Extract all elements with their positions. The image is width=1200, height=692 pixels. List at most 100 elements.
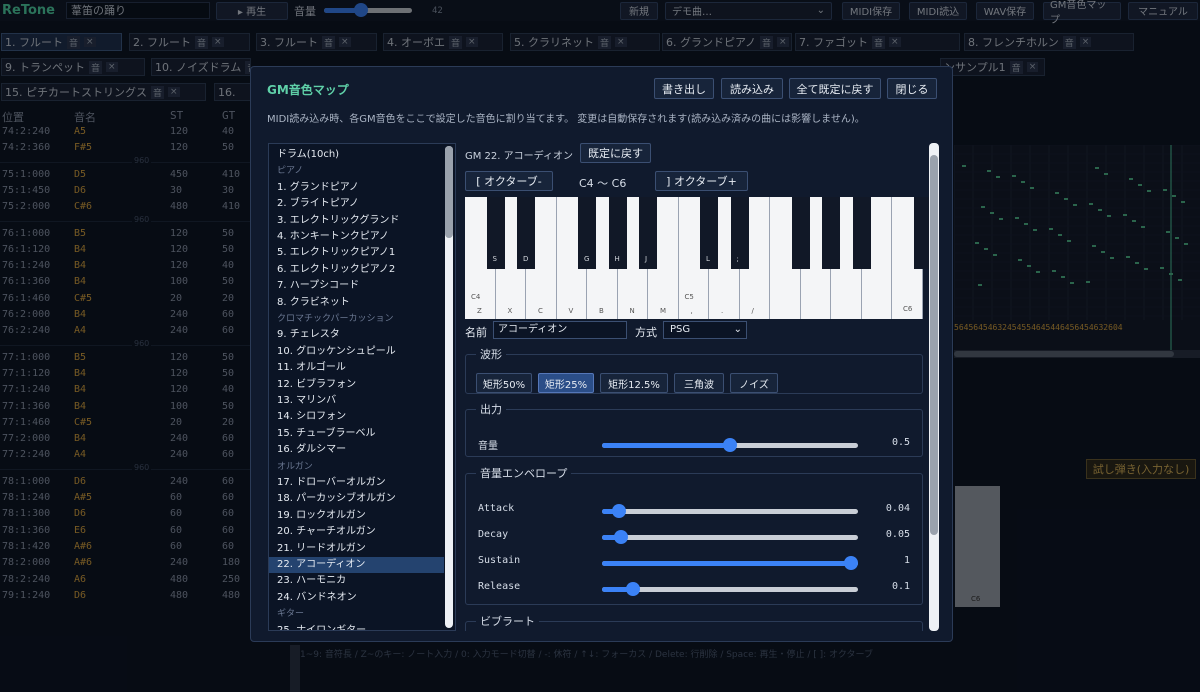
key-label: D	[523, 255, 529, 263]
instrument-item[interactable]: 2. ブライトピアノ	[269, 196, 444, 212]
envelope-param-label: Decay	[478, 529, 509, 540]
envelope-param-value: 0.05	[885, 529, 910, 540]
instrument-item[interactable]: ドラム(10ch)	[269, 147, 444, 163]
envelope-param-label: Release	[478, 581, 521, 592]
octave-marker: C4	[471, 293, 481, 301]
waveform-button[interactable]: 矩形50%	[476, 373, 532, 393]
black-key[interactable]	[852, 197, 871, 269]
instrument-item[interactable]: 19. ロックオルガン	[269, 508, 444, 524]
black-key[interactable]: J	[639, 197, 657, 269]
instrument-item[interactable]: 1. グランドピアノ	[269, 180, 444, 196]
octave-marker: C5	[684, 293, 694, 301]
reset-all-button[interactable]: 全て既定に戻す	[789, 78, 881, 99]
instrument-item[interactable]: 23. ハーモニカ	[269, 573, 444, 589]
instrument-item[interactable]: 8. クラビネット	[269, 295, 444, 311]
instrument-category: オルガン	[277, 461, 313, 472]
output-volume-slider[interactable]	[602, 438, 858, 452]
instrument-item[interactable]: 15. チューブラーベル	[269, 426, 444, 442]
instrument-item[interactable]: 5. エレクトリックピアノ1	[269, 245, 444, 261]
key-label: .	[721, 307, 724, 315]
key-label: C	[538, 307, 543, 315]
vibrato-legend: ビブラート	[480, 615, 535, 628]
instrument-item[interactable]: 16. ダルシマー	[269, 442, 444, 458]
close-button[interactable]: 閉じる	[887, 78, 937, 99]
black-key[interactable]: D	[517, 197, 535, 269]
instrument-item[interactable]: 18. パーカッシブオルガン	[269, 491, 444, 507]
envelope-group: 音量エンベロープ Attack 0.04 Decay 0.05 Sustain 1 Rele…	[465, 465, 923, 605]
instrument-editor: GM 22. アコーディオン 既定に戻す [ オクターブ- C4 〜 C6 ] …	[463, 143, 939, 631]
waveform-button[interactable]: 矩形25%	[538, 373, 594, 393]
key-label: N	[629, 307, 635, 315]
dialog-title: GM音色マップ	[267, 83, 349, 97]
instrument-item[interactable]: 20. チャーチオルガン	[269, 524, 444, 540]
method-select-value: PSG	[670, 324, 691, 335]
name-input[interactable]: アコーディオン	[493, 321, 627, 339]
instrument-list-scrollbar[interactable]	[445, 146, 453, 628]
chevron-down-icon: ⌄	[733, 324, 742, 335]
instrument-item[interactable]: 14. シロフォン	[269, 409, 444, 425]
black-key[interactable]	[791, 197, 810, 269]
key-label: Z	[477, 307, 482, 315]
key-label: G	[584, 255, 590, 263]
envelope-param-value: 0.04	[885, 503, 910, 514]
envelope-legend: 音量エンベロープ	[480, 467, 568, 480]
black-key[interactable]: S	[486, 197, 505, 269]
method-label: 方式	[635, 326, 657, 339]
instrument-item[interactable]: 6. エレクトリックピアノ2	[269, 262, 444, 278]
key-label: S	[492, 255, 497, 263]
instrument-item[interactable]: 4. ホンキートンクピアノ	[269, 229, 444, 245]
instrument-item[interactable]: 24. バンドネオン	[269, 590, 444, 606]
key-label: H	[614, 255, 620, 263]
instrument-item[interactable]: 25. ナイロンギター	[269, 623, 444, 630]
export-button[interactable]: 書き出し	[654, 78, 714, 99]
key-label: ;	[736, 255, 739, 263]
instrument-item[interactable]: 10. グロッケンシュピール	[269, 344, 444, 360]
key-label: J	[645, 255, 648, 263]
instrument-category: ギター	[277, 609, 305, 620]
gm-instrument-label: GM 22. アコーディオン	[465, 151, 573, 162]
instrument-item[interactable]: 3. エレクトリックグランド	[269, 213, 444, 229]
reset-instrument-button[interactable]: 既定に戻す	[580, 143, 651, 163]
black-key[interactable]: G	[578, 197, 596, 269]
instrument-list: ドラム(10ch) ピアノ 1. グランドピアノ 2. ブライトピアノ 3. エレクトリ…	[268, 143, 456, 631]
key-label: B	[599, 307, 604, 315]
black-key[interactable]: L	[700, 197, 718, 269]
editor-scrollbar[interactable]	[929, 143, 939, 631]
output-group: 出力 音量 0.5	[465, 401, 923, 457]
waveform-button[interactable]: 三角波	[674, 373, 724, 393]
envelope-slider[interactable]	[602, 504, 858, 518]
waveform-button[interactable]: 矩形12.5%	[600, 373, 668, 393]
instrument-item[interactable]: 12. ビブラフォン	[269, 377, 444, 393]
key-label: V	[568, 307, 574, 315]
output-legend: 出力	[480, 403, 502, 416]
method-select[interactable]: PSG ⌄	[663, 321, 747, 339]
instrument-item[interactable]: 11. オルゴール	[269, 360, 444, 376]
envelope-param-value: 0.1	[891, 581, 910, 592]
black-key[interactable]: ;	[730, 197, 749, 269]
octave-range: C4 〜 C6	[579, 177, 627, 190]
waveform-group: 波形 矩形50% 矩形25% 矩形12.5% 三角波 ノイズ	[465, 346, 923, 394]
black-key[interactable]: H	[608, 197, 627, 269]
envelope-slider[interactable]	[602, 530, 858, 544]
key-label: ,	[690, 307, 693, 315]
black-key[interactable]	[822, 197, 840, 269]
output-volume-value: 0.5	[891, 437, 910, 448]
output-volume-label: 音量	[478, 441, 498, 452]
instrument-item[interactable]: 17. ドローバーオルガン	[269, 475, 444, 491]
waveform-button[interactable]: ノイズ	[730, 373, 778, 393]
gm-map-dialog: GM音色マップ 書き出し 読み込み 全て既定に戻す 閉じる MIDI読み込み時、…	[250, 66, 953, 642]
import-button[interactable]: 読み込み	[721, 78, 783, 99]
name-label: 名前	[465, 326, 487, 339]
instrument-item[interactable]: 22. アコーディオン	[269, 557, 444, 573]
envelope-slider[interactable]	[602, 582, 858, 596]
octave-up-button[interactable]: ] オクターブ+	[655, 171, 748, 191]
envelope-slider[interactable]	[602, 556, 858, 570]
octave-down-button[interactable]: [ オクターブ-	[465, 171, 553, 191]
envelope-param-label: Sustain	[478, 555, 521, 566]
instrument-item[interactable]: 13. マリンバ	[269, 393, 444, 409]
instrument-category: ピアノ	[277, 166, 304, 177]
instrument-item[interactable]: 9. チェレスタ	[269, 327, 444, 343]
vibrato-group: ビブラート	[465, 613, 923, 631]
instrument-item[interactable]: 21. リードオルガン	[269, 541, 444, 557]
instrument-item[interactable]: 7. ハープシコード	[269, 278, 444, 294]
